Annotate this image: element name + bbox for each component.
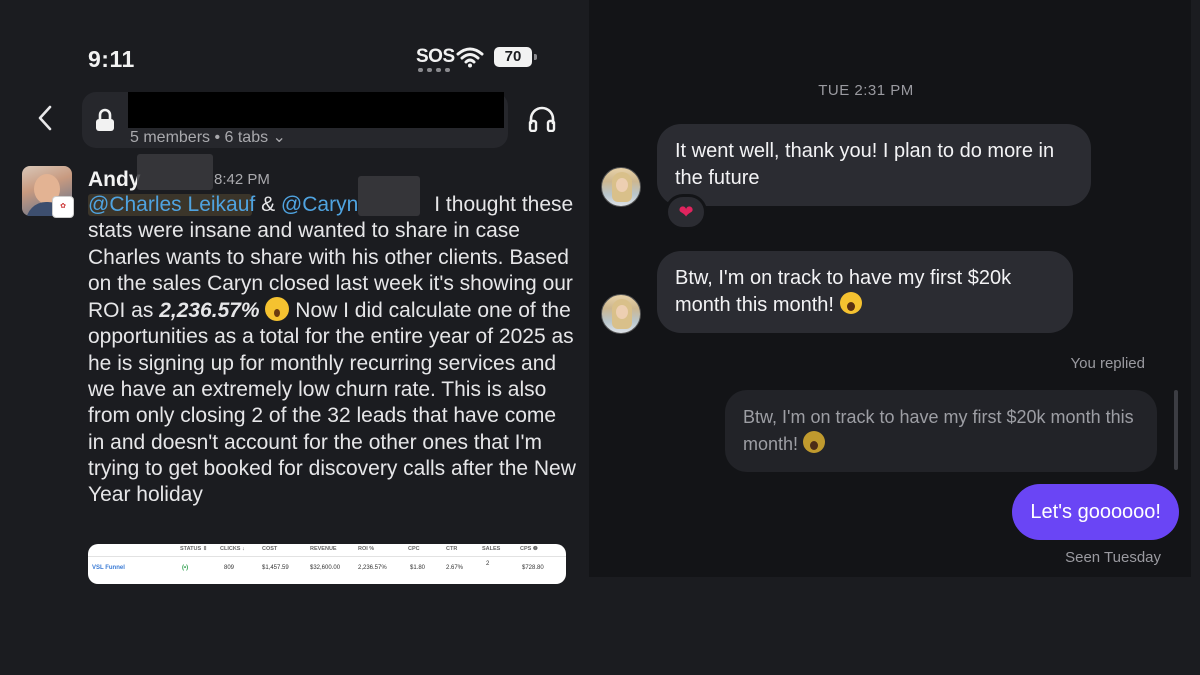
cell-revenue: $32,600.00 (310, 565, 341, 571)
col-sales: SALES (482, 546, 501, 552)
wifi-icon (456, 47, 484, 68)
battery-indicator: 70 (494, 47, 532, 67)
cell-status: (•) (182, 565, 189, 571)
sent-message[interactable]: Let's goooooo! (1012, 484, 1179, 540)
cell-ctr: 2.67% (446, 565, 464, 571)
cell-cost: $1,457.59 (262, 565, 289, 571)
stats-table-image[interactable]: STATUS ⇕ CLICKS ↓ COST REVENUE ROI % CPC… (88, 544, 566, 584)
quoted-message[interactable]: Btw, I'm on track to have my first $20k … (725, 390, 1157, 472)
message-text-part2: Now I did calculate one of the opportuni… (88, 299, 576, 507)
app-badge-icon: ✿ (52, 196, 74, 218)
lock-icon (96, 108, 114, 131)
slack-panel: 9:11 SOS 70 5 members • 6 tabs ⌄ Andy 8:… (0, 0, 588, 675)
quoted-message-text: Btw, I'm on track to have my first $20k … (743, 407, 1134, 454)
message-timestamp: 8:42 PM (214, 171, 270, 188)
signal-dots-icon (418, 68, 450, 72)
roi-value: 2,236.57% (159, 299, 260, 323)
scream-emoji-icon-quoted (803, 431, 826, 453)
col-ctr: CTR (446, 546, 458, 552)
astonished-emoji-icon (265, 297, 290, 322)
col-cost: COST (262, 546, 278, 552)
author-name[interactable]: Andy (88, 168, 141, 192)
contact-avatar[interactable] (601, 167, 641, 207)
redacted-surname (137, 154, 213, 190)
clock: 9:11 (88, 46, 135, 72)
table-divider (88, 556, 566, 557)
col-cpc: CPC (408, 546, 420, 552)
reply-indicator-bar (1174, 390, 1178, 470)
ampersand: & (255, 193, 281, 216)
back-chevron-icon[interactable] (34, 104, 58, 132)
col-roi: ROI % (358, 546, 375, 552)
mention-charles[interactable]: @Charles Leikauf (88, 193, 255, 216)
col-cps: CPS ❷ (520, 546, 538, 552)
seen-status: Seen Tuesday (1065, 549, 1161, 566)
headphones-icon[interactable] (528, 106, 556, 132)
col-status: STATUS ⇕ (180, 546, 208, 552)
cell-cpc: $1.80 (410, 565, 426, 571)
contact-avatar-2[interactable] (601, 294, 641, 334)
message-body: @Charles Leikauf & @Caryn I thought these… (88, 192, 578, 509)
col-revenue: REVENUE (310, 546, 337, 552)
heart-reaction-icon[interactable]: ❤ (665, 194, 707, 230)
channel-meta: 5 members • 6 tabs ⌄ (130, 129, 286, 146)
cell-name[interactable]: VSL Funnel (92, 565, 125, 571)
received-message-1[interactable]: It went well, thank you! I plan to do mo… (657, 124, 1091, 206)
battery-nub (534, 54, 537, 60)
screenshot-collage: 9:11 SOS 70 5 members • 6 tabs ⌄ Andy 8:… (0, 0, 1200, 675)
cell-cps: $728.80 (522, 565, 544, 571)
redacted-channel-name (128, 92, 504, 128)
dm-panel: TUE 2:31 PM It went well, thank you! I p… (589, 0, 1191, 577)
sos-indicator: SOS (416, 46, 455, 67)
cell-clicks: 809 (224, 565, 235, 571)
received-message-2[interactable]: Btw, I'm on track to have my first $20k … (657, 251, 1073, 333)
cell-sales: 2 (486, 561, 490, 567)
channel-info-button[interactable]: 5 members • 6 tabs ⌄ (82, 92, 508, 148)
scream-emoji-icon (839, 292, 862, 314)
date-divider: TUE 2:31 PM (818, 82, 914, 99)
mention-caryn[interactable]: @Caryn (281, 193, 358, 216)
you-replied-label: You replied (1070, 355, 1145, 372)
channel-header: 5 members • 6 tabs ⌄ (0, 88, 588, 148)
col-clicks: CLICKS ↓ (220, 546, 245, 552)
status-bar: 9:11 SOS 70 (0, 40, 588, 80)
cell-roi: 2,236.57% (358, 565, 387, 571)
